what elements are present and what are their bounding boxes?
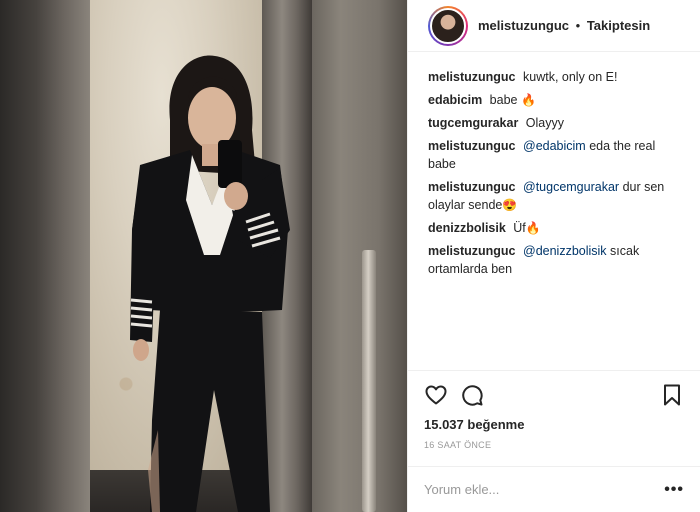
more-options-icon[interactable]: ••• [664,481,684,499]
comment-username[interactable]: denizzbolisik [428,221,506,235]
comment-caption: melistuzunguc kuwtk, only on E! [428,68,680,86]
action-icons [424,379,684,411]
post-photo[interactable] [0,0,407,512]
comment-username[interactable]: melistuzunguc [428,244,516,258]
post-actions: 15.037 beğenme 16 SAAT ÖNCE [408,370,700,450]
comments-list[interactable]: melistuzunguc kuwtk, only on E! edabicim… [408,52,700,370]
comment-input[interactable] [424,482,665,497]
comment-icon[interactable] [460,383,484,407]
header-user-info: melistuzunguc • Takiptesin [478,18,650,33]
comment-text: Üf [513,221,526,235]
comment-mention[interactable]: @edabicim [523,139,586,153]
comment-username[interactable]: tugcemgurakar [428,116,518,130]
comment-item: tugcemgurakar Olayyy [428,114,680,132]
comment-item: edabicim babe 🔥 [428,91,680,109]
heart-icon[interactable] [424,383,448,407]
post-timestamp[interactable]: 16 SAAT ÖNCE [424,440,684,450]
heart-eyes-emoji-icon: 😍 [502,198,518,212]
comment-item: denizzbolisik Üf🔥 [428,219,680,237]
comment-text: kuwtk, only on E! [523,70,618,84]
comment-username[interactable]: melistuzunguc [428,139,516,153]
likes-count[interactable]: 15.037 beğenme [424,417,684,432]
comment-text: Olayyy [525,116,564,130]
comment-username[interactable]: melistuzunguc [428,180,516,194]
avatar[interactable] [428,5,468,46]
comment-item: melistuzunguc @tugcemgurakar dur sen ola… [428,178,680,214]
header-separator: • [575,18,581,33]
comment-username[interactable]: edabicim [428,93,482,107]
bookmark-icon[interactable] [660,383,684,407]
comment-username[interactable]: melistuzunguc [428,70,516,84]
header-username[interactable]: melistuzunguc [478,18,569,33]
post-side-panel: melistuzunguc • Takiptesin melistuzunguc… [407,0,700,512]
instagram-post: melistuzunguc • Takiptesin melistuzunguc… [0,0,700,512]
add-comment-bar: ••• [408,466,700,512]
follow-status[interactable]: Takiptesin [587,18,650,33]
comment-item: melistuzunguc @denizzbolisik sıcak ortam… [428,242,680,278]
photo-person-figure [130,55,290,512]
comment-mention[interactable]: @denizzbolisik [523,244,607,258]
post-header: melistuzunguc • Takiptesin [408,0,700,52]
fire-emoji-icon: 🔥 [525,221,541,235]
comment-item: melistuzunguc @edabicim eda the real bab… [428,137,680,173]
comment-text: babe [489,93,518,107]
fire-emoji-icon: 🔥 [520,93,536,107]
avatar-image [430,7,466,44]
comment-mention[interactable]: @tugcemgurakar [523,180,619,194]
